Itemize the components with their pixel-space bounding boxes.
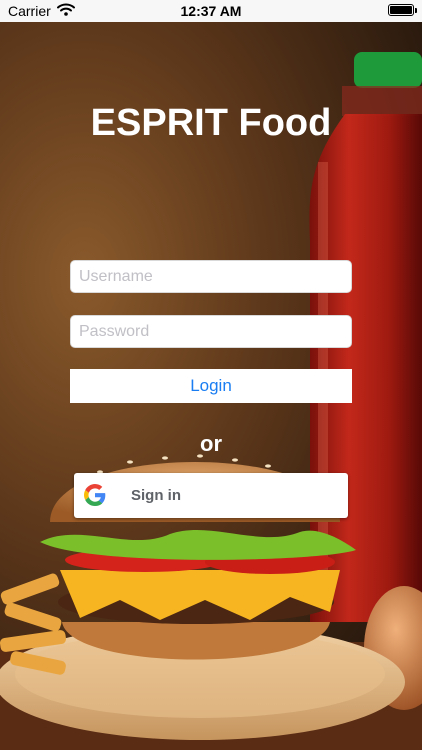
app-title: ESPRIT Food [90,102,332,144]
battery-icon [388,4,417,16]
clock: 12:37 AM [180,3,242,19]
google-sign-in-button[interactable]: Sign in [74,473,348,518]
username-field[interactable] [70,260,352,293]
login-button[interactable]: Login [70,369,352,403]
username-input[interactable] [71,261,351,292]
status-bar: Carrier 12:37 AM [0,0,422,22]
google-sign-in-label: Sign in [131,487,181,504]
password-field[interactable] [70,315,352,348]
password-input[interactable] [71,316,351,347]
or-separator: or [200,431,222,456]
google-g-icon [84,484,106,506]
